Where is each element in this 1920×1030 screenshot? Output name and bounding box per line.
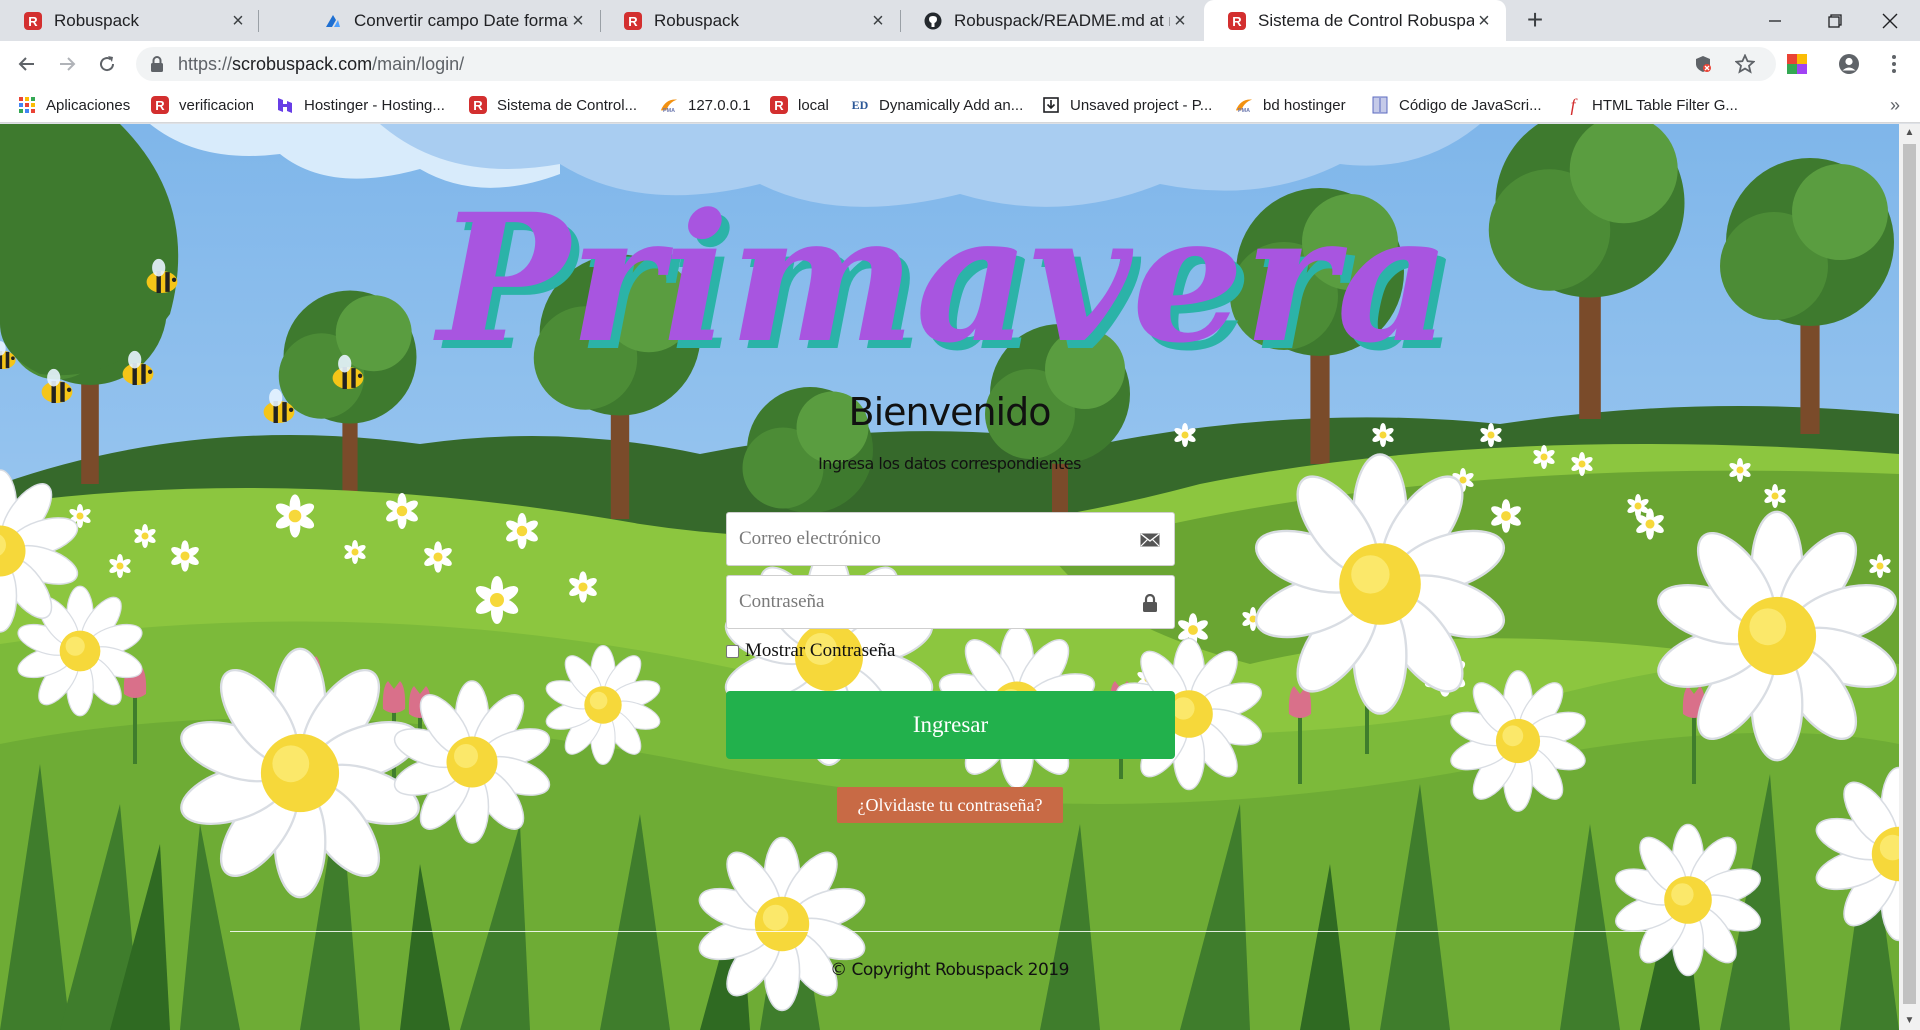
browser-tab-strip: R Robuspack × Convertir campo Date forma… bbox=[0, 0, 1920, 41]
new-tab-button[interactable]: + bbox=[1520, 6, 1550, 36]
scroll-down-arrow-icon[interactable]: ▼ bbox=[1899, 1012, 1920, 1030]
page-icon bbox=[1371, 96, 1389, 114]
copyright-text: © Copyright Robuspack 2019 bbox=[830, 960, 1069, 980]
scroll-thumb[interactable] bbox=[1903, 144, 1916, 1004]
ed-icon: ED bbox=[851, 97, 869, 112]
forward-button[interactable] bbox=[52, 49, 82, 79]
headline-primavera: Primavera Primavera bbox=[432, 175, 1458, 390]
download-box-icon bbox=[1042, 96, 1060, 114]
tab-close-icon[interactable]: × bbox=[1474, 11, 1494, 31]
bookmark-unsaved[interactable]: Unsaved project - P... bbox=[1042, 93, 1212, 117]
show-password-label: Mostrar Contraseña bbox=[745, 640, 896, 661]
bitrix-icon bbox=[326, 14, 340, 27]
minimize-icon bbox=[1769, 19, 1781, 22]
apps-grid-icon bbox=[18, 96, 36, 114]
phpmyadmin-icon: PMA bbox=[660, 96, 678, 114]
bookmark-sistema[interactable]: R Sistema de Control... bbox=[469, 93, 637, 117]
svg-text:R: R bbox=[1232, 14, 1242, 29]
envelope-icon bbox=[1140, 530, 1160, 550]
svg-text:PMA: PMA bbox=[1238, 108, 1250, 114]
bookmark-codigo-js[interactable]: Código de JavaScri... bbox=[1371, 93, 1542, 117]
bookmark-table-filter[interactable]: f HTML Table Filter G... bbox=[1564, 93, 1737, 117]
email-input[interactable] bbox=[727, 513, 1174, 565]
tab-close-icon[interactable]: × bbox=[568, 11, 588, 31]
show-password-checkbox[interactable] bbox=[726, 644, 739, 658]
robuspack-icon: R bbox=[24, 11, 42, 30]
email-field[interactable] bbox=[726, 512, 1175, 566]
arrow-left-icon bbox=[18, 57, 34, 71]
script-f-icon: f bbox=[1570, 94, 1576, 115]
browser-tab[interactable]: R Robuspack × bbox=[600, 0, 900, 41]
browser-toolbar: https://scrobuspack.com/main/login/ bbox=[0, 41, 1920, 87]
restore-button[interactable] bbox=[1805, 0, 1865, 41]
show-password-toggle[interactable]: Mostrar Contraseña bbox=[726, 640, 895, 662]
svg-text:R: R bbox=[473, 98, 483, 113]
login-button[interactable]: Ingresar bbox=[726, 691, 1175, 759]
github-icon bbox=[924, 12, 942, 29]
page-scrollbar[interactable]: ▲ ▼ bbox=[1899, 124, 1920, 1030]
svg-text:R: R bbox=[155, 98, 165, 113]
restore-icon bbox=[1828, 13, 1842, 28]
url-text: https://scrobuspack.com/main/login/ bbox=[178, 54, 465, 74]
welcome-title: Bienvenido bbox=[848, 390, 1052, 434]
footer-divider bbox=[230, 931, 1670, 932]
star-icon[interactable] bbox=[1730, 49, 1760, 79]
robuspack-icon: R bbox=[770, 96, 788, 114]
lock-icon bbox=[151, 56, 163, 72]
svg-text:R: R bbox=[774, 98, 784, 113]
reload-icon bbox=[100, 56, 115, 72]
menu-kebab-icon[interactable] bbox=[1879, 49, 1909, 79]
password-input[interactable] bbox=[727, 576, 1174, 628]
close-icon bbox=[1882, 13, 1898, 28]
svg-text:R: R bbox=[628, 14, 638, 29]
forgot-password-button[interactable]: ¿Olvidaste tu contraseña? bbox=[837, 787, 1063, 823]
tab-close-icon[interactable]: × bbox=[868, 11, 888, 31]
bookmark-aplicaciones[interactable]: Aplicaciones bbox=[18, 93, 130, 117]
site-blocked-icon[interactable] bbox=[1688, 49, 1718, 79]
robuspack-icon: R bbox=[469, 96, 487, 114]
close-window-button[interactable] bbox=[1860, 0, 1920, 41]
bookmark-verificacion[interactable]: R verificacion bbox=[151, 93, 254, 117]
password-field[interactable] bbox=[726, 575, 1175, 629]
minimize-button[interactable] bbox=[1745, 0, 1805, 41]
chevron-double-right-icon[interactable]: » bbox=[1890, 95, 1900, 116]
hostinger-icon bbox=[276, 96, 294, 114]
browser-tab[interactable]: Convertir campo Date formato 24 × bbox=[300, 0, 600, 41]
svg-text:Primavera: Primavera bbox=[432, 175, 1450, 382]
bookmark-bd-hostinger[interactable]: PMA bd hostinger bbox=[1235, 93, 1346, 117]
robuspack-icon: R bbox=[1228, 11, 1246, 30]
svg-text:PMA: PMA bbox=[663, 108, 675, 114]
tab-separator bbox=[258, 10, 259, 32]
tab-close-icon[interactable]: × bbox=[228, 11, 248, 31]
tab-close-icon[interactable]: × bbox=[1170, 11, 1190, 31]
bookmark-dynamically[interactable]: ED Dynamically Add an... bbox=[851, 93, 1024, 117]
reload-button[interactable] bbox=[92, 49, 122, 79]
browser-tab[interactable]: Robuspack/README.md at master × bbox=[900, 0, 1202, 41]
extension-colors-icon[interactable] bbox=[1782, 49, 1812, 79]
page-viewport: Primavera Primavera Bienvenido Ingresa l… bbox=[0, 124, 1899, 1030]
bookmarks-bar: Aplicaciones R verificacion Hostinger - … bbox=[0, 87, 1920, 123]
scroll-up-arrow-icon[interactable]: ▲ bbox=[1899, 124, 1920, 142]
arrow-right-icon bbox=[60, 57, 76, 71]
bookmark-local[interactable]: R local bbox=[770, 93, 829, 117]
login-subtitle: Ingresa los datos correspondientes bbox=[818, 454, 1081, 473]
browser-tab-active[interactable]: R Sistema de Control Robuspack × bbox=[1204, 0, 1506, 41]
svg-text:R: R bbox=[28, 14, 38, 29]
phpmyadmin-icon: PMA bbox=[1235, 96, 1253, 114]
profile-icon[interactable] bbox=[1834, 49, 1864, 79]
address-bar[interactable]: https://scrobuspack.com/main/login/ bbox=[136, 47, 1776, 81]
back-button[interactable] bbox=[12, 49, 42, 79]
lock-icon bbox=[1140, 593, 1160, 613]
bookmark-localhost[interactable]: PMA 127.0.0.1 bbox=[660, 93, 751, 117]
browser-tab[interactable]: R Robuspack × bbox=[0, 0, 260, 41]
robuspack-icon: R bbox=[624, 11, 642, 30]
robuspack-icon: R bbox=[151, 96, 169, 114]
bookmark-hostinger[interactable]: Hostinger - Hosting... bbox=[276, 93, 445, 117]
